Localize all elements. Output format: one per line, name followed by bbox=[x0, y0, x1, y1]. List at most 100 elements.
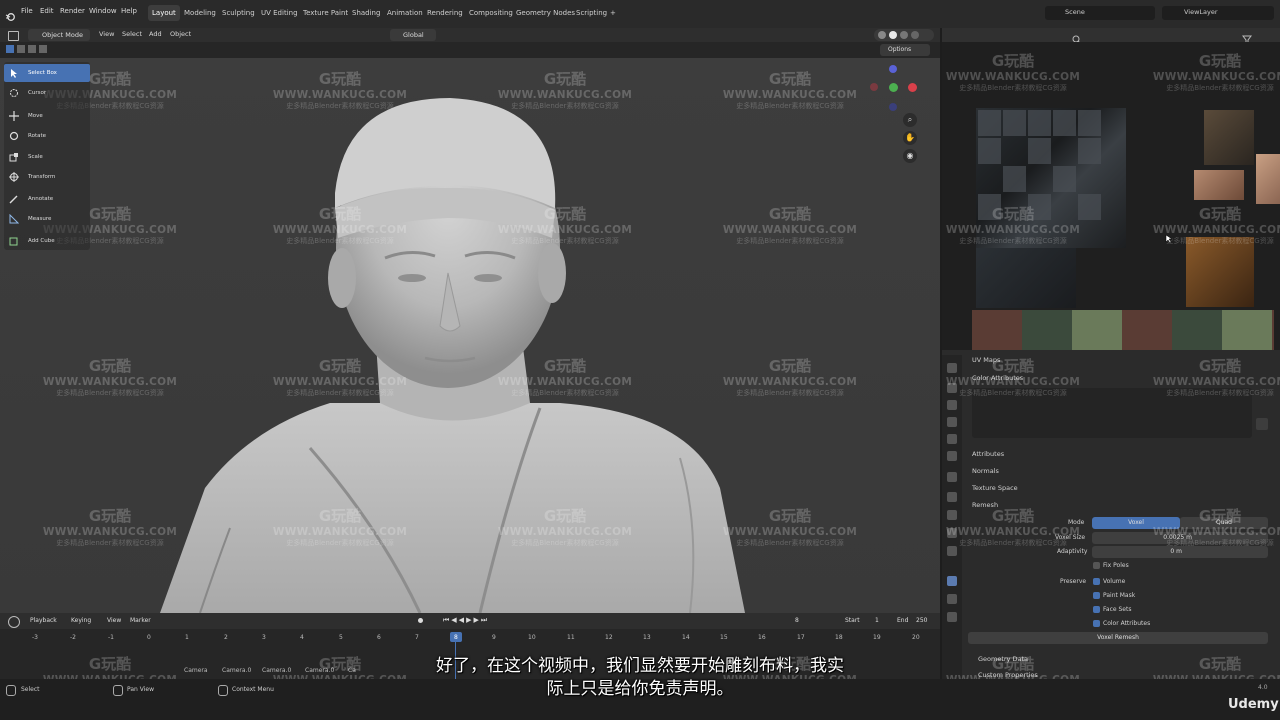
playback-controls[interactable]: ⏮◀◀▶▶⏭ bbox=[443, 616, 513, 626]
timeline-menu-view[interactable]: View bbox=[107, 617, 121, 624]
shading-buttons[interactable] bbox=[874, 29, 934, 41]
tool-cursor[interactable]: Cursor bbox=[4, 84, 90, 102]
color-attributes-section[interactable]: Color Attributes bbox=[972, 374, 1023, 382]
clock-icon[interactable] bbox=[8, 616, 20, 628]
mode-voxel-button[interactable]: Voxel bbox=[1092, 517, 1180, 529]
preserve-face-sets-checkbox[interactable] bbox=[1093, 606, 1100, 613]
3d-viewport[interactable]: G玩酷 WWW.WANKUCG.COM 史多精品Blender素材教程CG资源 G玩… bbox=[0, 58, 940, 613]
voxel-size-field[interactable]: 0.0025 m bbox=[1092, 532, 1268, 544]
select-mode-invert-icon[interactable] bbox=[39, 45, 47, 53]
end-frame-field[interactable]: 250 bbox=[916, 617, 927, 624]
tool-annotate[interactable]: Annotate bbox=[4, 190, 90, 208]
search-icon[interactable] bbox=[1072, 30, 1082, 45]
object-properties-icon[interactable] bbox=[947, 472, 957, 482]
start-frame-field[interactable]: 1 bbox=[875, 617, 879, 624]
tab-texture-paint[interactable]: Texture Paint bbox=[299, 5, 352, 21]
select-mode-subtract-icon[interactable] bbox=[28, 45, 36, 53]
select-mode-new-icon[interactable] bbox=[6, 45, 14, 53]
preserve-color-attributes-label: Color Attributes bbox=[1103, 620, 1151, 627]
pan-hand-icon[interactable]: ✋ bbox=[903, 131, 917, 145]
tab-shading[interactable]: Shading bbox=[348, 5, 384, 21]
menu-edit[interactable]: Edit bbox=[40, 7, 54, 15]
view-layer-selector[interactable]: ViewLayer bbox=[1162, 6, 1274, 20]
filter-icon[interactable] bbox=[1242, 30, 1252, 45]
tool-measure[interactable]: Measure bbox=[4, 210, 90, 228]
tab-sculpting[interactable]: Sculpting bbox=[218, 5, 259, 21]
tab-uv-editing[interactable]: UV Editing bbox=[257, 5, 302, 21]
render-properties-icon[interactable] bbox=[947, 383, 957, 393]
remesh-section[interactable]: Remesh bbox=[972, 501, 998, 509]
menu-help[interactable]: Help bbox=[121, 7, 137, 15]
preserve-color-attributes-checkbox[interactable] bbox=[1093, 620, 1100, 627]
tool-move[interactable]: Move bbox=[4, 107, 90, 125]
tab-modeling[interactable]: Modeling bbox=[180, 5, 220, 21]
preserve-volume-checkbox[interactable] bbox=[1093, 578, 1100, 585]
tab-geometry-nodes[interactable]: Geometry Nodes bbox=[512, 5, 579, 21]
mesh-data-properties-icon[interactable] bbox=[947, 576, 957, 586]
material-properties-icon[interactable] bbox=[947, 594, 957, 604]
tool-rotate[interactable]: Rotate bbox=[4, 127, 90, 145]
timeline-menu-marker[interactable]: Marker bbox=[130, 617, 151, 624]
gizmo-y-axis-icon[interactable] bbox=[889, 83, 898, 92]
blender-logo-icon[interactable] bbox=[5, 7, 15, 21]
menu-window[interactable]: Window bbox=[89, 7, 117, 15]
viewport-menu-select[interactable]: Select bbox=[122, 30, 142, 38]
mode-dropdown[interactable]: Object Mode bbox=[28, 29, 90, 41]
current-frame-field[interactable]: 8 bbox=[795, 617, 799, 624]
fix-poles-checkbox[interactable] bbox=[1093, 562, 1100, 569]
color-attributes-list[interactable] bbox=[972, 388, 1252, 438]
editor-type-icon[interactable] bbox=[8, 31, 19, 41]
tool-select-box[interactable]: Select Box bbox=[4, 64, 90, 82]
add-workspace-button[interactable]: + bbox=[606, 5, 620, 21]
view-layer-properties-icon[interactable] bbox=[947, 417, 957, 427]
viewport-menu-view[interactable]: View bbox=[99, 30, 114, 38]
voxel-remesh-button[interactable]: Voxel Remesh bbox=[968, 632, 1268, 644]
menu-render[interactable]: Render bbox=[60, 7, 85, 15]
timeline-menu-playback[interactable]: Playback bbox=[30, 617, 57, 624]
uv-maps-section[interactable]: UV Maps bbox=[972, 356, 1000, 364]
modifier-properties-icon[interactable] bbox=[947, 492, 957, 502]
output-properties-icon[interactable] bbox=[947, 400, 957, 410]
material-shading-icon[interactable] bbox=[900, 31, 908, 39]
texture-space-section[interactable]: Texture Space bbox=[972, 484, 1018, 492]
rendered-shading-icon[interactable] bbox=[911, 31, 919, 39]
preserve-paint-mask-checkbox[interactable] bbox=[1093, 592, 1100, 599]
orientation-dropdown[interactable]: Global bbox=[390, 29, 436, 41]
normals-section[interactable]: Normals bbox=[972, 467, 999, 475]
attributes-section[interactable]: Attributes bbox=[972, 450, 1004, 458]
zoom-icon[interactable]: ⌕ bbox=[903, 113, 917, 127]
menu-file[interactable]: File bbox=[21, 7, 33, 15]
camera-view-icon[interactable]: ◉ bbox=[903, 149, 917, 163]
particles-properties-icon[interactable] bbox=[947, 510, 957, 520]
tool-scale[interactable]: Scale bbox=[4, 148, 90, 166]
tool-add-cube[interactable]: Add Cube bbox=[4, 232, 90, 250]
gizmo-neg-x-icon[interactable] bbox=[870, 83, 878, 91]
tab-rendering[interactable]: Rendering bbox=[423, 5, 467, 21]
physics-properties-icon[interactable] bbox=[947, 528, 957, 538]
viewport-menu-object[interactable]: Object bbox=[170, 30, 191, 38]
solid-shading-icon[interactable] bbox=[889, 31, 897, 39]
scene-properties-icon[interactable] bbox=[947, 434, 957, 444]
chevron-down-icon[interactable] bbox=[1256, 418, 1268, 430]
record-icon[interactable] bbox=[418, 618, 423, 623]
tab-compositing[interactable]: Compositing bbox=[465, 5, 517, 21]
gizmo-x-axis-icon[interactable] bbox=[908, 83, 917, 92]
world-properties-icon[interactable] bbox=[947, 451, 957, 461]
viewport-menu-add[interactable]: Add bbox=[149, 30, 162, 38]
mode-quad-button[interactable]: Quad bbox=[1180, 517, 1268, 529]
constraints-properties-icon[interactable] bbox=[947, 546, 957, 556]
gizmo-neg-z-icon[interactable] bbox=[889, 103, 897, 111]
select-mode-extend-icon[interactable] bbox=[17, 45, 25, 53]
scene-selector[interactable]: Scene bbox=[1045, 6, 1155, 20]
tool-transform[interactable]: Transform bbox=[4, 168, 90, 186]
tool-properties-icon[interactable] bbox=[947, 363, 957, 373]
adaptivity-field[interactable]: 0 m bbox=[1092, 546, 1268, 558]
gizmo-z-axis-icon[interactable] bbox=[889, 65, 897, 73]
tab-layout[interactable]: Layout bbox=[148, 5, 180, 21]
voxel-size-value: 0.0025 m bbox=[1163, 534, 1192, 541]
wireframe-shading-icon[interactable] bbox=[878, 31, 886, 39]
timeline-menu-keying[interactable]: Keying bbox=[71, 617, 91, 624]
texture-properties-icon[interactable] bbox=[947, 612, 957, 622]
tab-animation[interactable]: Animation bbox=[383, 5, 427, 21]
options-dropdown[interactable]: Options bbox=[880, 44, 930, 56]
